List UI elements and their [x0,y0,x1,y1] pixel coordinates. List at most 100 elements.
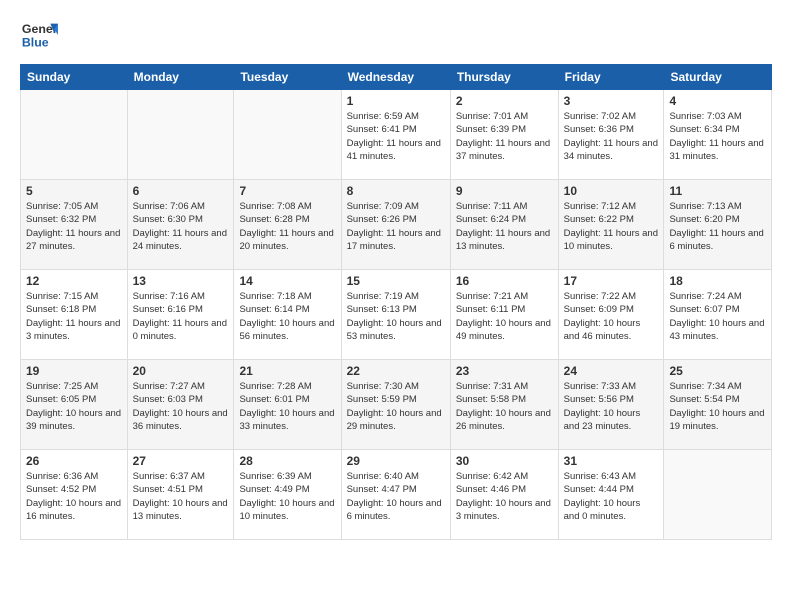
calendar-cell: 21 Sunrise: 7:28 AM Sunset: 6:01 PM Dayli… [234,360,341,450]
week-row-3: 12 Sunrise: 7:15 AM Sunset: 6:18 PM Dayli… [21,270,772,360]
calendar-cell: 25Sunrise: 7:34 AM Sunset: 5:54 PM Dayli… [664,360,772,450]
week-row-4: 19 Sunrise: 7:25 AM Sunset: 6:05 PM Dayli… [21,360,772,450]
day-number: 15 [347,274,445,288]
day-info: Sunrise: 7:16 AM Sunset: 6:16 PM Dayligh… [133,290,229,343]
day-info: Sunrise: 6:40 AM Sunset: 4:47 PM Dayligh… [347,470,445,523]
day-header-saturday: Saturday [664,65,772,90]
calendar-cell: 30 Sunrise: 6:42 AM Sunset: 4:46 PM Dayli… [450,450,558,540]
calendar-cell: 4 Sunrise: 7:03 AM Sunset: 6:34 PM Daylig… [664,90,772,180]
day-number: 10 [564,184,659,198]
day-header-thursday: Thursday [450,65,558,90]
day-number: 5 [26,184,122,198]
calendar-cell: 15 Sunrise: 7:19 AM Sunset: 6:13 PM Dayli… [341,270,450,360]
day-number: 13 [133,274,229,288]
calendar-cell: 17Sunrise: 7:22 AM Sunset: 6:09 PM Dayli… [558,270,664,360]
calendar-cell: 28Sunrise: 6:39 AM Sunset: 4:49 PM Dayli… [234,450,341,540]
calendar-cell: 11 Sunrise: 7:13 AM Sunset: 6:20 PM Dayli… [664,180,772,270]
day-number: 11 [669,184,766,198]
day-number: 16 [456,274,553,288]
day-info: Sunrise: 6:42 AM Sunset: 4:46 PM Dayligh… [456,470,553,523]
day-info: Sunrise: 6:59 AM Sunset: 6:41 PM Dayligh… [347,110,445,163]
day-info: Sunrise: 7:24 AM Sunset: 6:07 PM Dayligh… [669,290,766,343]
calendar-cell: 19 Sunrise: 7:25 AM Sunset: 6:05 PM Dayli… [21,360,128,450]
day-header-sunday: Sunday [21,65,128,90]
day-info: Sunrise: 7:12 AM Sunset: 6:22 PM Dayligh… [564,200,659,253]
calendar-cell: 7Sunrise: 7:08 AM Sunset: 6:28 PM Daylig… [234,180,341,270]
day-number: 24 [564,364,659,378]
day-number: 3 [564,94,659,108]
calendar-cell [127,90,234,180]
week-row-5: 26 Sunrise: 6:36 AM Sunset: 4:52 PM Dayli… [21,450,772,540]
day-info: Sunrise: 7:13 AM Sunset: 6:20 PM Dayligh… [669,200,766,253]
day-info: Sunrise: 6:36 AM Sunset: 4:52 PM Dayligh… [26,470,122,523]
calendar-cell: 23 Sunrise: 7:31 AM Sunset: 5:58 PM Dayli… [450,360,558,450]
day-info: Sunrise: 7:18 AM Sunset: 6:14 PM Dayligh… [239,290,335,343]
day-number: 26 [26,454,122,468]
calendar-cell: 1 Sunrise: 6:59 AM Sunset: 6:41 PM Daylig… [341,90,450,180]
calendar-cell: 22 Sunrise: 7:30 AM Sunset: 5:59 PM Dayli… [341,360,450,450]
day-number: 25 [669,364,766,378]
day-number: 29 [347,454,445,468]
day-info: Sunrise: 7:15 AM Sunset: 6:18 PM Dayligh… [26,290,122,343]
calendar-cell: 26 Sunrise: 6:36 AM Sunset: 4:52 PM Dayli… [21,450,128,540]
day-number: 12 [26,274,122,288]
day-info: Sunrise: 7:06 AM Sunset: 6:30 PM Dayligh… [133,200,229,253]
calendar-cell: 14 Sunrise: 7:18 AM Sunset: 6:14 PM Dayli… [234,270,341,360]
calendar-header-row: SundayMondayTuesdayWednesdayThursdayFrid… [21,65,772,90]
day-number: 31 [564,454,659,468]
calendar-cell: 5 Sunrise: 7:05 AM Sunset: 6:32 PM Daylig… [21,180,128,270]
calendar-cell: 18 Sunrise: 7:24 AM Sunset: 6:07 PM Dayli… [664,270,772,360]
day-number: 14 [239,274,335,288]
calendar-cell: 12 Sunrise: 7:15 AM Sunset: 6:18 PM Dayli… [21,270,128,360]
svg-text:Blue: Blue [22,35,49,49]
logo: General Blue [20,16,58,54]
day-info: Sunrise: 7:05 AM Sunset: 6:32 PM Dayligh… [26,200,122,253]
day-info: Sunrise: 7:28 AM Sunset: 6:01 PM Dayligh… [239,380,335,433]
day-number: 22 [347,364,445,378]
day-info: Sunrise: 7:19 AM Sunset: 6:13 PM Dayligh… [347,290,445,343]
calendar-cell: 8Sunrise: 7:09 AM Sunset: 6:26 PM Daylig… [341,180,450,270]
day-number: 9 [456,184,553,198]
day-number: 2 [456,94,553,108]
calendar-cell: 3Sunrise: 7:02 AM Sunset: 6:36 PM Daylig… [558,90,664,180]
calendar-cell: 10 Sunrise: 7:12 AM Sunset: 6:22 PM Dayli… [558,180,664,270]
day-info: Sunrise: 7:21 AM Sunset: 6:11 PM Dayligh… [456,290,553,343]
calendar-cell: 27Sunrise: 6:37 AM Sunset: 4:51 PM Dayli… [127,450,234,540]
day-number: 30 [456,454,553,468]
day-number: 17 [564,274,659,288]
calendar-cell [234,90,341,180]
day-info: Sunrise: 7:03 AM Sunset: 6:34 PM Dayligh… [669,110,766,163]
day-info: Sunrise: 7:11 AM Sunset: 6:24 PM Dayligh… [456,200,553,253]
day-info: Sunrise: 7:33 AM Sunset: 5:56 PM Dayligh… [564,380,659,433]
calendar-cell: 16 Sunrise: 7:21 AM Sunset: 6:11 PM Dayli… [450,270,558,360]
calendar-cell: 6 Sunrise: 7:06 AM Sunset: 6:30 PM Daylig… [127,180,234,270]
day-number: 8 [347,184,445,198]
day-number: 1 [347,94,445,108]
calendar-cell: 13 Sunrise: 7:16 AM Sunset: 6:16 PM Dayli… [127,270,234,360]
calendar-cell: 24 Sunrise: 7:33 AM Sunset: 5:56 PM Dayli… [558,360,664,450]
day-info: Sunrise: 7:30 AM Sunset: 5:59 PM Dayligh… [347,380,445,433]
calendar-cell: 29 Sunrise: 6:40 AM Sunset: 4:47 PM Dayli… [341,450,450,540]
day-number: 19 [26,364,122,378]
day-number: 6 [133,184,229,198]
day-header-wednesday: Wednesday [341,65,450,90]
day-info: Sunrise: 6:43 AM Sunset: 4:44 PM Dayligh… [564,470,659,523]
day-info: Sunrise: 6:37 AM Sunset: 4:51 PM Dayligh… [133,470,229,523]
day-header-tuesday: Tuesday [234,65,341,90]
calendar-table: SundayMondayTuesdayWednesdayThursdayFrid… [20,64,772,540]
day-number: 18 [669,274,766,288]
day-number: 21 [239,364,335,378]
day-number: 28 [239,454,335,468]
day-info: Sunrise: 7:25 AM Sunset: 6:05 PM Dayligh… [26,380,122,433]
day-number: 20 [133,364,229,378]
day-number: 23 [456,364,553,378]
calendar-cell [664,450,772,540]
calendar-cell: 20 Sunrise: 7:27 AM Sunset: 6:03 PM Dayli… [127,360,234,450]
day-info: Sunrise: 7:01 AM Sunset: 6:39 PM Dayligh… [456,110,553,163]
header: General Blue [20,16,772,54]
day-info: Sunrise: 7:31 AM Sunset: 5:58 PM Dayligh… [456,380,553,433]
calendar-cell: 2 Sunrise: 7:01 AM Sunset: 6:39 PM Daylig… [450,90,558,180]
day-info: Sunrise: 7:27 AM Sunset: 6:03 PM Dayligh… [133,380,229,433]
week-row-1: 1 Sunrise: 6:59 AM Sunset: 6:41 PM Daylig… [21,90,772,180]
day-number: 4 [669,94,766,108]
